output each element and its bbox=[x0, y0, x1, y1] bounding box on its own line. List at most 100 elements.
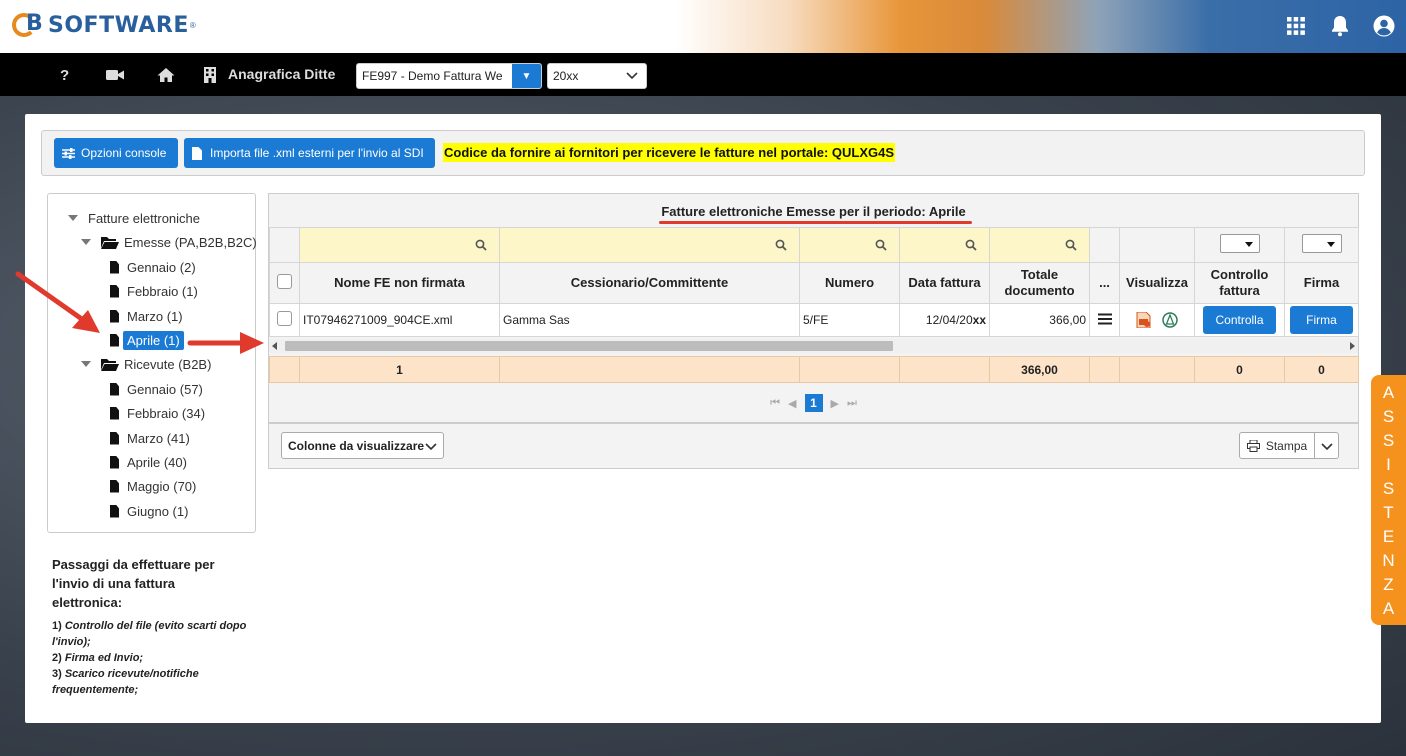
search-icon[interactable] bbox=[775, 239, 787, 251]
opzioni-console-label: Opzioni console bbox=[81, 146, 167, 160]
col-numero[interactable]: Numero bbox=[799, 262, 900, 304]
header-row: Nome FE non firmata Cessionario/Committe… bbox=[269, 262, 1359, 304]
apps-grid-icon[interactable] bbox=[1285, 15, 1307, 37]
filter-nome[interactable] bbox=[299, 227, 500, 263]
caret-down-icon[interactable]: ▼ bbox=[512, 64, 541, 88]
tree-root[interactable]: Fatture elettroniche bbox=[68, 208, 200, 228]
logo-mark: B bbox=[12, 9, 52, 41]
first-page-icon[interactable]: ⏮ bbox=[770, 397, 780, 410]
assistenza-tab[interactable]: A S S I S T E N Z A bbox=[1371, 375, 1406, 625]
tree-item-emesse-marzo[interactable]: Marzo (1) bbox=[110, 306, 183, 326]
logo-text: SOFTWARE bbox=[48, 12, 189, 38]
home-icon[interactable] bbox=[157, 65, 175, 85]
assistenza-letter: S bbox=[1382, 406, 1395, 426]
scrollbar-thumb[interactable] bbox=[285, 341, 893, 351]
hamburger-menu-icon[interactable] bbox=[1097, 313, 1112, 325]
stampa-dropdown[interactable] bbox=[1314, 432, 1339, 459]
user-account-icon[interactable] bbox=[1373, 15, 1395, 37]
search-icon[interactable] bbox=[475, 239, 487, 251]
colonne-visualizzare-dropdown[interactable]: Colonne da visualizzare bbox=[281, 432, 444, 459]
tree-item-ricevute-maggio[interactable]: Maggio (70) bbox=[110, 476, 196, 496]
navigation-bar: ? Anagrafica Ditte bbox=[0, 53, 1406, 96]
search-icon[interactable] bbox=[875, 239, 887, 251]
tree-item-ricevute-giugno[interactable]: Giugno (1) bbox=[110, 501, 188, 521]
cell-controllo: Controlla bbox=[1194, 303, 1285, 337]
filter-data[interactable] bbox=[899, 227, 990, 263]
firma-button[interactable]: Firma bbox=[1290, 306, 1353, 334]
steps-instructions: Passaggi da effettuare per l'invio di un… bbox=[52, 555, 247, 698]
caret-down-icon[interactable] bbox=[81, 361, 91, 367]
filter-firma bbox=[1284, 227, 1359, 263]
tree-item-label: Aprile (40) bbox=[127, 454, 187, 470]
tree-item-ricevute-gennaio[interactable]: Gennaio (57) bbox=[110, 379, 203, 399]
horizontal-scrollbar[interactable] bbox=[269, 339, 1358, 353]
last-page-icon[interactable]: ⏭ bbox=[847, 397, 857, 410]
caret-down-icon[interactable] bbox=[68, 215, 78, 221]
tree-ricevute-label: Ricevute (B2B) bbox=[124, 356, 212, 372]
registered-mark: ® bbox=[189, 20, 196, 30]
col-cessionario[interactable]: Cessionario/Committente bbox=[499, 262, 800, 304]
steps-title: Passaggi da effettuare per l'invio di un… bbox=[52, 557, 215, 610]
building-icon[interactable] bbox=[204, 65, 216, 85]
col-data[interactable]: Data fattura bbox=[899, 262, 990, 304]
prev-page-icon[interactable]: ◀ bbox=[788, 397, 796, 410]
folder-open-icon bbox=[101, 358, 119, 371]
filter-cell bbox=[269, 227, 300, 263]
tree-item-ricevute-marzo[interactable]: Marzo (41) bbox=[110, 428, 190, 448]
search-icon[interactable] bbox=[965, 239, 977, 251]
firma-filter-select[interactable] bbox=[1301, 234, 1342, 253]
caret-down-icon[interactable] bbox=[81, 239, 91, 245]
video-camera-icon[interactable] bbox=[106, 65, 124, 85]
controlla-button[interactable]: Controlla bbox=[1203, 306, 1276, 334]
col-totale[interactable]: Totale documento bbox=[989, 262, 1090, 304]
select-all-cell bbox=[269, 262, 300, 304]
assistenza-letter: A bbox=[1382, 382, 1395, 402]
col-visualizza[interactable]: Visualizza bbox=[1119, 262, 1195, 304]
tree-item-ricevute-febbraio[interactable]: Febbraio (34) bbox=[110, 403, 205, 423]
current-page[interactable]: 1 bbox=[804, 394, 823, 412]
stampa-button[interactable]: Stampa bbox=[1239, 432, 1315, 459]
pdf-file-icon[interactable] bbox=[1136, 311, 1152, 329]
anagrafica-ditte-link[interactable]: Anagrafica Ditte bbox=[228, 66, 335, 82]
filter-numero[interactable] bbox=[799, 227, 900, 263]
cell-visualizza bbox=[1119, 303, 1195, 337]
scroll-left-icon[interactable] bbox=[272, 342, 277, 350]
col-controllo[interactable]: Controllo fattura bbox=[1194, 262, 1285, 304]
year-select[interactable]: 20xx bbox=[547, 63, 647, 89]
tree-item-ricevute-aprile[interactable]: Aprile (40) bbox=[110, 452, 187, 472]
select-all-checkbox[interactable] bbox=[277, 273, 292, 289]
total-cell bbox=[1089, 356, 1120, 383]
tree-item-label: Gennaio (57) bbox=[127, 381, 203, 397]
filter-totale[interactable] bbox=[989, 227, 1090, 263]
scroll-right-icon[interactable] bbox=[1350, 342, 1355, 350]
importa-xml-label: Importa file .xml esterni per l'invio al… bbox=[210, 146, 424, 160]
step-item: 3) Scarico ricevute/notifiche frequentem… bbox=[52, 666, 247, 698]
cell-data: 12/04/20xx bbox=[899, 303, 990, 337]
tree-emesse[interactable]: Emesse (PA,B2B,B2C) bbox=[81, 232, 257, 252]
next-page-icon[interactable]: ▶ bbox=[831, 397, 839, 410]
col-firma[interactable]: Firma bbox=[1284, 262, 1359, 304]
tree-item-emesse-aprile[interactable]: Aprile (1) bbox=[110, 330, 184, 350]
help-icon[interactable]: ? bbox=[60, 65, 69, 85]
seal-icon[interactable] bbox=[1161, 312, 1178, 328]
row-select-cell bbox=[269, 303, 300, 337]
importa-xml-button[interactable]: Importa file .xml esterni per l'invio al… bbox=[184, 138, 435, 168]
company-select-value: FE997 - Demo Fattura We bbox=[362, 69, 503, 83]
row-checkbox[interactable] bbox=[277, 311, 292, 326]
tree-item-label: Febbraio (34) bbox=[127, 405, 206, 421]
gb-software-logo[interactable]: B SOFTWARE ® bbox=[12, 9, 196, 41]
tree-item-emesse-gennaio[interactable]: Gennaio (2) bbox=[110, 257, 196, 277]
search-icon[interactable] bbox=[1065, 239, 1077, 251]
tree-ricevute[interactable]: Ricevute (B2B) bbox=[81, 354, 211, 374]
col-nome[interactable]: Nome FE non firmata bbox=[299, 262, 500, 304]
app-header: B SOFTWARE ® bbox=[0, 0, 1406, 53]
company-select[interactable]: FE997 - Demo Fattura We ▼ bbox=[356, 63, 542, 89]
controllo-filter-select[interactable] bbox=[1219, 234, 1260, 253]
bell-icon[interactable] bbox=[1329, 15, 1351, 37]
col-more[interactable]: ... bbox=[1089, 262, 1120, 304]
cell-data-value: 12/04/20 bbox=[925, 313, 973, 327]
opzioni-console-button[interactable]: Opzioni console bbox=[54, 138, 178, 168]
table-row[interactable]: IT07946271009_904CE.xml Gamma Sas 5/FE 1… bbox=[269, 303, 1359, 337]
filter-cessionario[interactable] bbox=[499, 227, 800, 263]
tree-item-emesse-febbraio[interactable]: Febbraio (1) bbox=[110, 281, 198, 301]
